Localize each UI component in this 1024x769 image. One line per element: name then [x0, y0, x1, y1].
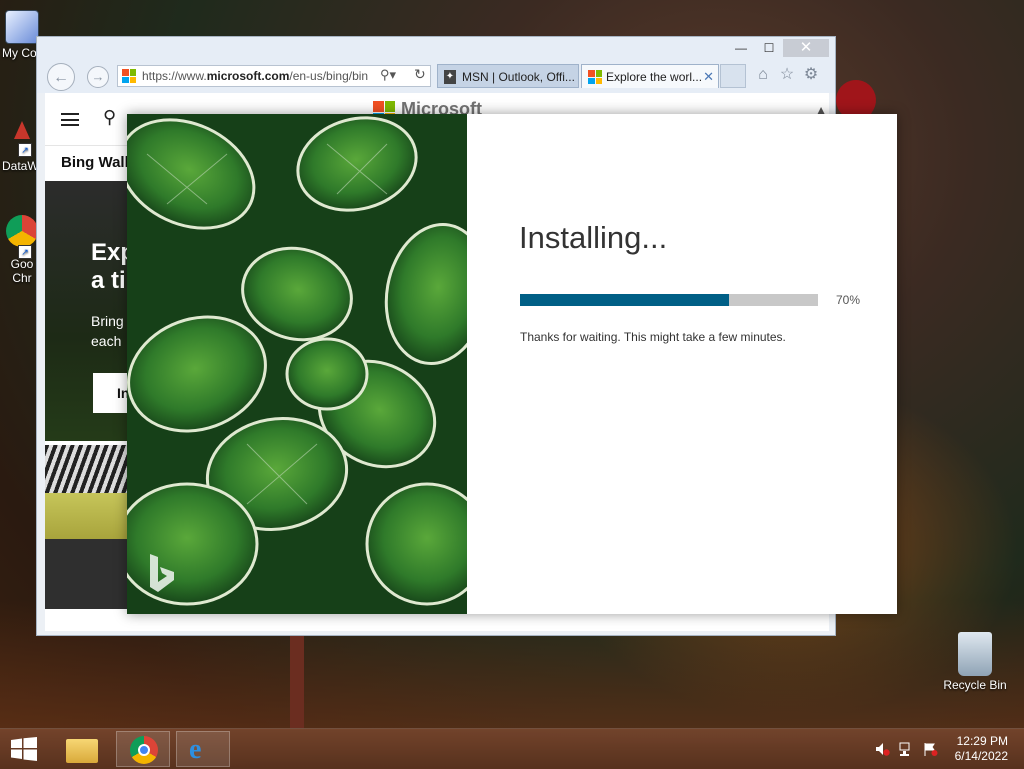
action-center-flag-icon[interactable] [922, 741, 938, 757]
taskbar: e 12:29 PM 6/14/2022 [0, 728, 1024, 769]
address-search-icon[interactable]: ⚲▾ [380, 67, 396, 83]
address-suffix: /en-us/bing/bin [289, 69, 369, 83]
hero-title: Exp a ti [91, 239, 131, 295]
wallpaper-stem [290, 630, 304, 730]
back-button[interactable]: ← [47, 63, 75, 91]
address-prefix: https://www. [142, 69, 207, 83]
address-domain: microsoft.com [206, 69, 290, 83]
recycle-bin-icon [958, 632, 992, 676]
progress-percent: 70% [836, 293, 861, 307]
internet-explorer-icon: e [189, 734, 202, 765]
hero-sub-line1: Bring [91, 313, 124, 329]
clock-date: 6/14/2022 [954, 749, 1008, 763]
network-icon[interactable] [898, 741, 914, 757]
forward-button[interactable]: → [87, 66, 109, 88]
maximize-button[interactable]: ☐ [755, 39, 783, 57]
installer-dialog: Installing... 70% Thanks for waiting. Th… [127, 114, 897, 614]
favorites-star-icon[interactable]: ☆ [777, 65, 797, 85]
start-button[interactable] [10, 737, 38, 766]
hero-subtitle: Bring each [91, 311, 131, 351]
site-favicon-icon [122, 69, 136, 83]
clock-time: 12:29 PM [956, 734, 1008, 748]
succulent-image [127, 114, 467, 614]
system-clock[interactable]: 12:29 PM 6/14/2022 [955, 734, 1008, 764]
home-icon[interactable]: ⌂ [753, 65, 773, 85]
hero-title-line1: Exp [91, 239, 131, 266]
search-icon[interactable]: ⚲ [103, 107, 116, 128]
hero-sub-line2: each [91, 333, 122, 349]
computer-icon [5, 10, 39, 44]
close-button[interactable]: ✕ [783, 39, 829, 57]
taskbar-internet-explorer[interactable]: e [176, 731, 230, 767]
tab-label: MSN | Outlook, Offi... [462, 70, 575, 84]
shortcut-arrow-icon: ↗ [18, 245, 32, 259]
msn-favicon-icon: ✦ [444, 70, 456, 84]
tab-close-icon[interactable]: ✕ [703, 65, 714, 88]
desktop-icon-label: Recycle Bin [943, 678, 1007, 692]
shortcut-arrow-icon: ↗ [18, 143, 32, 157]
browser-toolbar: — ☐ ✕ ← → https://www.microsoft.com/en-u… [37, 37, 835, 93]
bing-logo-icon [147, 552, 177, 599]
installer-title: Installing... [519, 220, 668, 255]
settings-gear-icon[interactable]: ⚙ [801, 65, 821, 85]
tab-label: Explore the worl... [606, 70, 703, 84]
volume-muted-icon[interactable] [874, 741, 890, 757]
tab-msn[interactable]: ✦ MSN | Outlook, Offi... [437, 64, 579, 88]
forward-arrow-icon: → [91, 69, 105, 84]
microsoft-favicon-icon [588, 70, 602, 84]
progress-fill [520, 294, 729, 306]
zebra-image-grass [45, 493, 135, 539]
folder-icon [66, 739, 98, 763]
installer-message: Thanks for waiting. This might take a fe… [520, 330, 786, 344]
minimize-button[interactable]: — [727, 39, 755, 57]
taskbar-file-explorer[interactable] [56, 731, 110, 767]
progress-bar [520, 294, 818, 306]
chrome-icon [130, 736, 158, 764]
desktop-icon-recycle-bin[interactable]: Recycle Bin [940, 632, 1010, 692]
back-arrow-icon: ← [53, 69, 69, 86]
tab-explore[interactable]: Explore the worl... ✕ [581, 64, 719, 88]
menu-hamburger-icon[interactable] [61, 113, 79, 126]
windows-logo-icon [11, 737, 37, 761]
chrome-icon [6, 215, 38, 247]
taskbar-chrome[interactable] [116, 731, 170, 767]
refresh-icon[interactable]: ↻ [414, 66, 426, 83]
new-tab-button[interactable] [720, 64, 746, 88]
hero-title-line2: a ti [91, 267, 126, 294]
